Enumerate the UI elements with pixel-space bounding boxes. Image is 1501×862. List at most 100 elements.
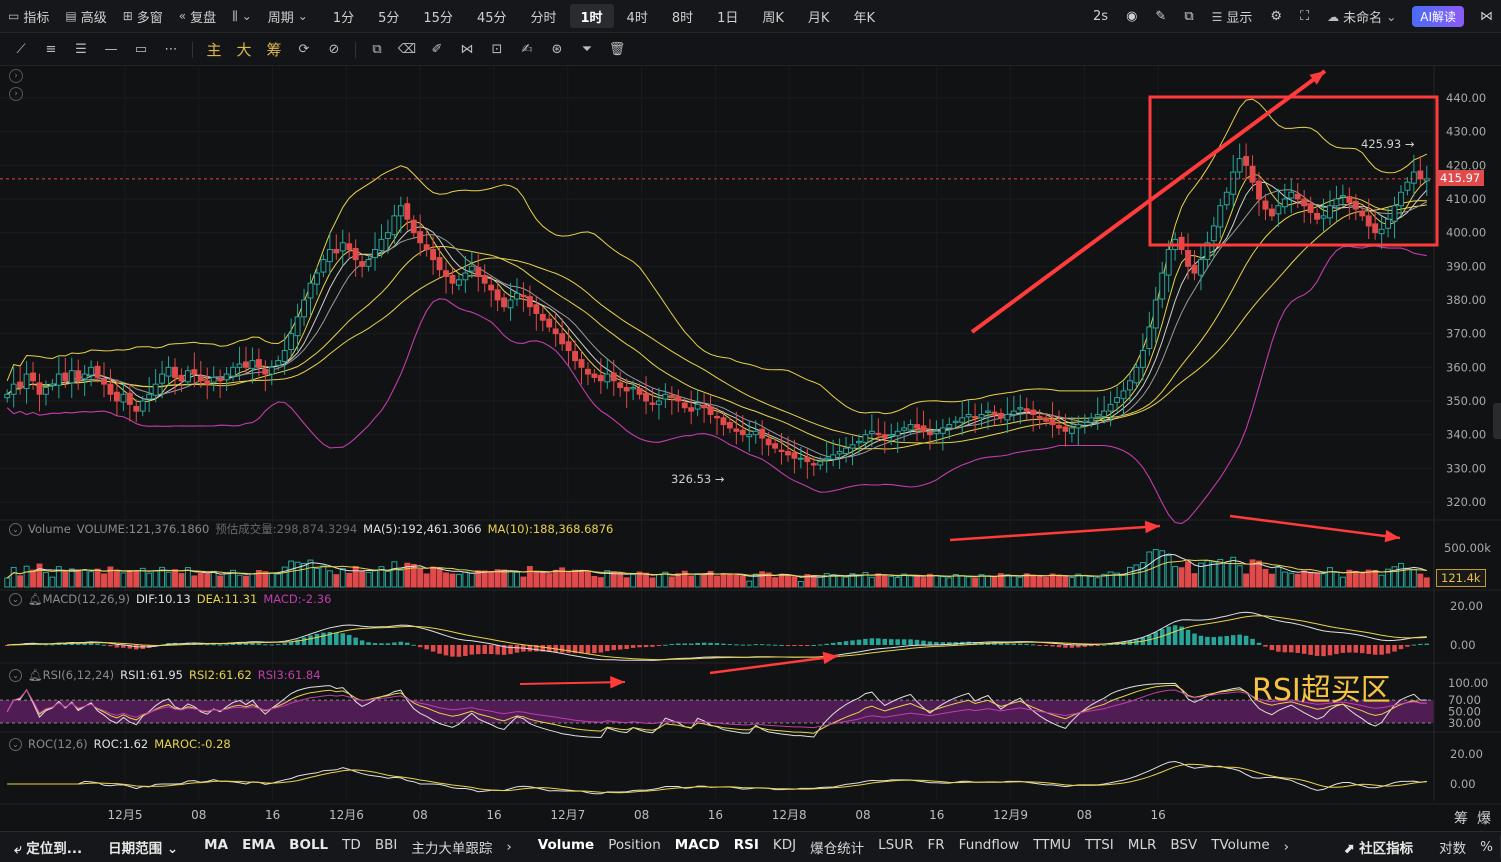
candle-body [249, 360, 256, 369]
chip-distribution-icon[interactable]: 筹 [1454, 808, 1468, 828]
sub-indicator-10[interactable]: TTSI [1078, 837, 1121, 857]
note-icon[interactable]: ✍ [512, 36, 542, 64]
tab-timeframe-2[interactable]: 15分 [412, 4, 464, 28]
tab-timeframe-6[interactable]: 4时 [616, 4, 659, 28]
main-force-tool[interactable]: 主 [199, 36, 229, 64]
bell-icon[interactable]: 🔔︎ [28, 668, 43, 682]
share-icon[interactable]: ⋈ [1472, 0, 1501, 33]
magnet-icon[interactable]: ⊛ [542, 36, 572, 64]
candle-body [1385, 218, 1392, 229]
parallel-lines-icon[interactable]: ≡ [36, 36, 66, 64]
trash-icon[interactable]: 🗑 [602, 36, 632, 64]
locate-button[interactable]: ⤶ 定位到... [0, 837, 89, 857]
filter-icon[interactable]: ⏷ [572, 36, 602, 64]
chevron-down-icon[interactable]: ⌄ [9, 522, 22, 536]
sub-indicator-13[interactable]: TVolume [1204, 837, 1276, 857]
chevron-down-icon[interactable]: ⌄ [9, 592, 22, 606]
fullscreen-icon[interactable]: ⛶ [1292, 0, 1317, 33]
chip-tool[interactable]: 筹 [259, 36, 289, 64]
volume-bar [172, 569, 178, 588]
window-icon[interactable]: ⧉ [1176, 0, 1201, 33]
tab-timeframe-0[interactable]: 1分 [322, 4, 365, 28]
liquidation-icon[interactable]: 爆 [1477, 808, 1491, 828]
macd-histogram-bar [1250, 638, 1255, 645]
main-indicator-2[interactable]: BOLL [282, 837, 335, 857]
percent-scale-toggle[interactable]: % [1473, 839, 1500, 855]
volume-bar [888, 575, 895, 588]
list-icon: ☰ [1211, 9, 1223, 24]
side-panel-handle[interactable] [1493, 403, 1501, 439]
display-button[interactable]: ☰ 显示 [1204, 0, 1261, 33]
sub-indicator-5[interactable]: 爆仓统计 [803, 837, 871, 857]
volume-bar [507, 570, 514, 588]
sub-indicator-1[interactable]: Position [601, 837, 668, 857]
collapse-icon[interactable]: › [9, 69, 23, 83]
sub-indicator-2[interactable]: MACD [668, 837, 727, 857]
brush-icon[interactable]: ✐ [422, 36, 452, 64]
hide-drawings-icon[interactable]: ⊘ [319, 36, 349, 64]
main-indicator-5[interactable]: 主力大单跟踪 [404, 837, 499, 857]
chevron-down-icon[interactable]: ⌄ [9, 668, 22, 682]
fib-lines-icon[interactable]: ☰ [66, 36, 96, 64]
tab-timeframe-11[interactable]: 年K [842, 4, 886, 28]
horizontal-line-icon[interactable]: — [96, 36, 126, 64]
tab-timeframe-9[interactable]: 周K [751, 4, 795, 28]
price-chart[interactable]: 12月5 08 16 12月6 08 16 12月7 08 16 12月8 08 16 12月9 08 16… [0, 66, 1501, 831]
date-range-dropdown[interactable]: 日期范围 ⌄ [101, 837, 185, 857]
sub-indicator-9[interactable]: TTMU [1026, 837, 1078, 857]
sub-indicator-4[interactable]: KDJ [766, 837, 803, 857]
main-indicator-4[interactable]: BBI [368, 837, 405, 857]
chevron-right-icon[interactable]: › [1277, 839, 1296, 855]
sub-indicator-12[interactable]: BSV [1163, 837, 1204, 857]
candle-body [455, 279, 462, 286]
refresh-rate[interactable]: 2s [1085, 0, 1116, 33]
copy-icon[interactable]: ⧉ [362, 36, 392, 64]
tab-timeframe-4[interactable]: 分时 [519, 4, 567, 28]
main-indicator-1[interactable]: EMA [235, 837, 282, 857]
layout-name-dropdown[interactable]: ☁ 未命名 ⌄ [1319, 0, 1404, 33]
sub-indicator-8[interactable]: Fundflow [952, 837, 1027, 857]
ai-interpret-button[interactable]: AI解读 [1412, 6, 1464, 27]
lock-icon[interactable]: ⊡ [482, 36, 512, 64]
candle-body [333, 249, 340, 254]
bell-icon[interactable]: 🔔︎ [28, 592, 43, 606]
tab-timeframe-3[interactable]: 45分 [466, 4, 518, 28]
tab-timeframe-8[interactable]: 1日 [706, 4, 749, 28]
eraser-icon[interactable]: ⌫ [392, 36, 422, 64]
tab-timeframe-5[interactable]: 1时 [569, 4, 614, 28]
candle-body [1036, 415, 1043, 419]
volume-bar [868, 576, 875, 588]
sub-indicator-11[interactable]: MLR [1121, 837, 1164, 857]
big-order-tool[interactable]: 大 [229, 36, 259, 64]
tab-timeframe-1[interactable]: 5分 [367, 4, 410, 28]
period-dropdown[interactable]: 周期 ⌄ [260, 0, 316, 33]
sub-indicator-0[interactable]: Volume [531, 837, 601, 857]
sub-indicator-6[interactable]: LSUR [871, 837, 920, 857]
advanced-button[interactable]: ▤ 高级 [57, 0, 114, 33]
collapse-icon[interactable]: › [9, 87, 23, 101]
more-tools-icon[interactable]: ⋯ [156, 36, 186, 64]
candle-type-button[interactable]: ⫼ ⌄ [224, 0, 260, 33]
log-scale-toggle[interactable]: 对数 [1432, 837, 1473, 857]
candle-body [475, 266, 482, 277]
tab-timeframe-10[interactable]: 月K [797, 4, 841, 28]
pattern-icon[interactable]: ⋈ [452, 36, 482, 64]
rectangle-icon[interactable]: ▭ [126, 36, 156, 64]
settings-icon[interactable]: ⚙ [1262, 0, 1290, 33]
camera-icon[interactable]: ◉ [1118, 0, 1145, 33]
tab-timeframe-7[interactable]: 8时 [661, 4, 704, 28]
community-indicators-button[interactable]: ⬈ 社区指标 [1336, 837, 1420, 857]
indicator-button[interactable]: ▭ 指标 [0, 0, 57, 33]
replay-button[interactable]: «复盘 [171, 0, 224, 33]
macd-histogram-bar [1237, 634, 1242, 645]
chevron-right-icon[interactable]: › [499, 839, 518, 855]
chevron-down-icon[interactable]: ⌄ [9, 737, 22, 751]
main-indicator-3[interactable]: TD [335, 837, 368, 857]
trendline-icon[interactable]: ⟋ [6, 36, 36, 64]
multi-window-button[interactable]: ⊞ 多窗 [115, 0, 171, 33]
main-indicator-0[interactable]: MA [197, 837, 235, 857]
sub-indicator-7[interactable]: FR [921, 837, 952, 857]
sub-indicator-3[interactable]: RSI [727, 837, 766, 857]
sync-icon[interactable]: ⟳ [289, 36, 319, 64]
pen-icon[interactable]: ✎ [1147, 0, 1174, 33]
